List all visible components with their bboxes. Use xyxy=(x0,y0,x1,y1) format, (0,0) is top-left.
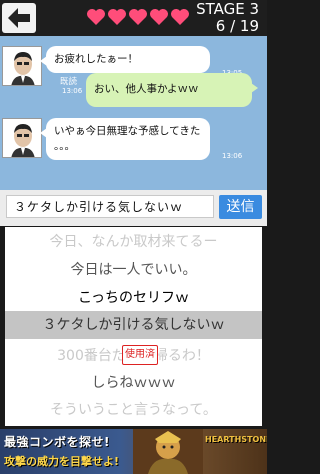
reply-option[interactable]: そういうこと言うなって。 xyxy=(5,397,262,423)
message-time: 13:06 xyxy=(62,87,83,95)
reply-option[interactable]: こっちのセリフｗ xyxy=(5,285,262,311)
message-time: 13:06 xyxy=(222,152,243,160)
top-bar: STAGE 3 6 / 19 xyxy=(0,0,267,36)
ad-headline: 最強コンボを探せ! xyxy=(4,435,110,449)
stage-label: STAGE 3 xyxy=(196,0,259,18)
heart-icon xyxy=(149,7,169,27)
chat-bubble-received: いやぁ今日無理な予感してきた 。。。 xyxy=(40,118,210,160)
heart-icon xyxy=(128,7,148,27)
reply-option[interactable]: 今日、なんか取材来てるー xyxy=(5,229,262,255)
used-stamp: 使用済 xyxy=(122,345,158,365)
reply-options-list[interactable]: 今日、なんか取材来てるー 今日は一人でいい。 こっちのセリフｗ ３ケタしか引ける… xyxy=(5,227,262,426)
message-text: おい、他人事かよｗｗ xyxy=(94,83,199,95)
heart-icon xyxy=(107,7,127,27)
heart-icon xyxy=(170,7,190,27)
stage-progress: 6 / 19 xyxy=(215,17,259,35)
reply-option-used[interactable]: 300番台だ—、帰るわ！ 使用済 xyxy=(5,343,262,369)
avatar xyxy=(2,46,42,86)
reply-option-label: 今日は一人でいい。 xyxy=(70,262,197,278)
chat-area[interactable]: お疲れしたぁー！ 13:05 既読 13:06 おい、他人事かよｗｗ いやぁ今日… xyxy=(0,36,267,190)
stage-indicator: STAGE 3 6 / 19 xyxy=(196,1,259,35)
back-button[interactable] xyxy=(2,3,36,33)
back-arrow-icon xyxy=(8,8,30,28)
reply-option[interactable]: 今日は一人でいい。 xyxy=(5,257,262,283)
reply-option[interactable]: しらねｗｗｗ xyxy=(5,370,262,396)
avatar xyxy=(2,118,42,158)
message-text: いやぁ今日無理な予感してきた xyxy=(54,125,201,137)
reply-option-label: こっちのセリフｗ xyxy=(77,290,190,306)
message-text: 。。。 xyxy=(54,140,75,152)
chat-bubble-received: お疲れしたぁー！ xyxy=(40,46,210,73)
reply-option-label: しらねｗｗｗ xyxy=(91,375,176,391)
chat-bubble-sent: おい、他人事かよｗｗ xyxy=(86,73,258,107)
reply-option-label: 今日、なんか取材来てるー xyxy=(49,234,218,250)
reply-option-label: そういうこと言うなって。 xyxy=(50,402,217,418)
lives-hearts xyxy=(86,7,190,27)
ad-subline: 攻撃の威力を目撃せよ! xyxy=(4,455,120,468)
reply-option-selected[interactable]: ３ケタしか引ける気しないｗ xyxy=(5,311,262,339)
ad-banner[interactable]: 最強コンボを探せ! 攻撃の威力を目撃せよ! HEARTHSTONE xyxy=(0,429,267,474)
send-button[interactable]: 送信 xyxy=(219,195,262,219)
read-receipt: 既読 xyxy=(60,77,78,87)
message-text: お疲れしたぁー！ xyxy=(54,53,138,65)
ad-logo: HEARTHSTONE xyxy=(205,435,267,444)
heart-icon xyxy=(86,7,106,27)
message-input[interactable]: ３ケタしか引ける気しないｗ xyxy=(6,195,214,218)
reply-option-label: ３ケタしか引ける気しないｗ xyxy=(42,317,225,333)
composer-bar: ３ケタしか引ける気しないｗ 送信 xyxy=(0,190,267,226)
ad-character-art xyxy=(133,429,203,474)
